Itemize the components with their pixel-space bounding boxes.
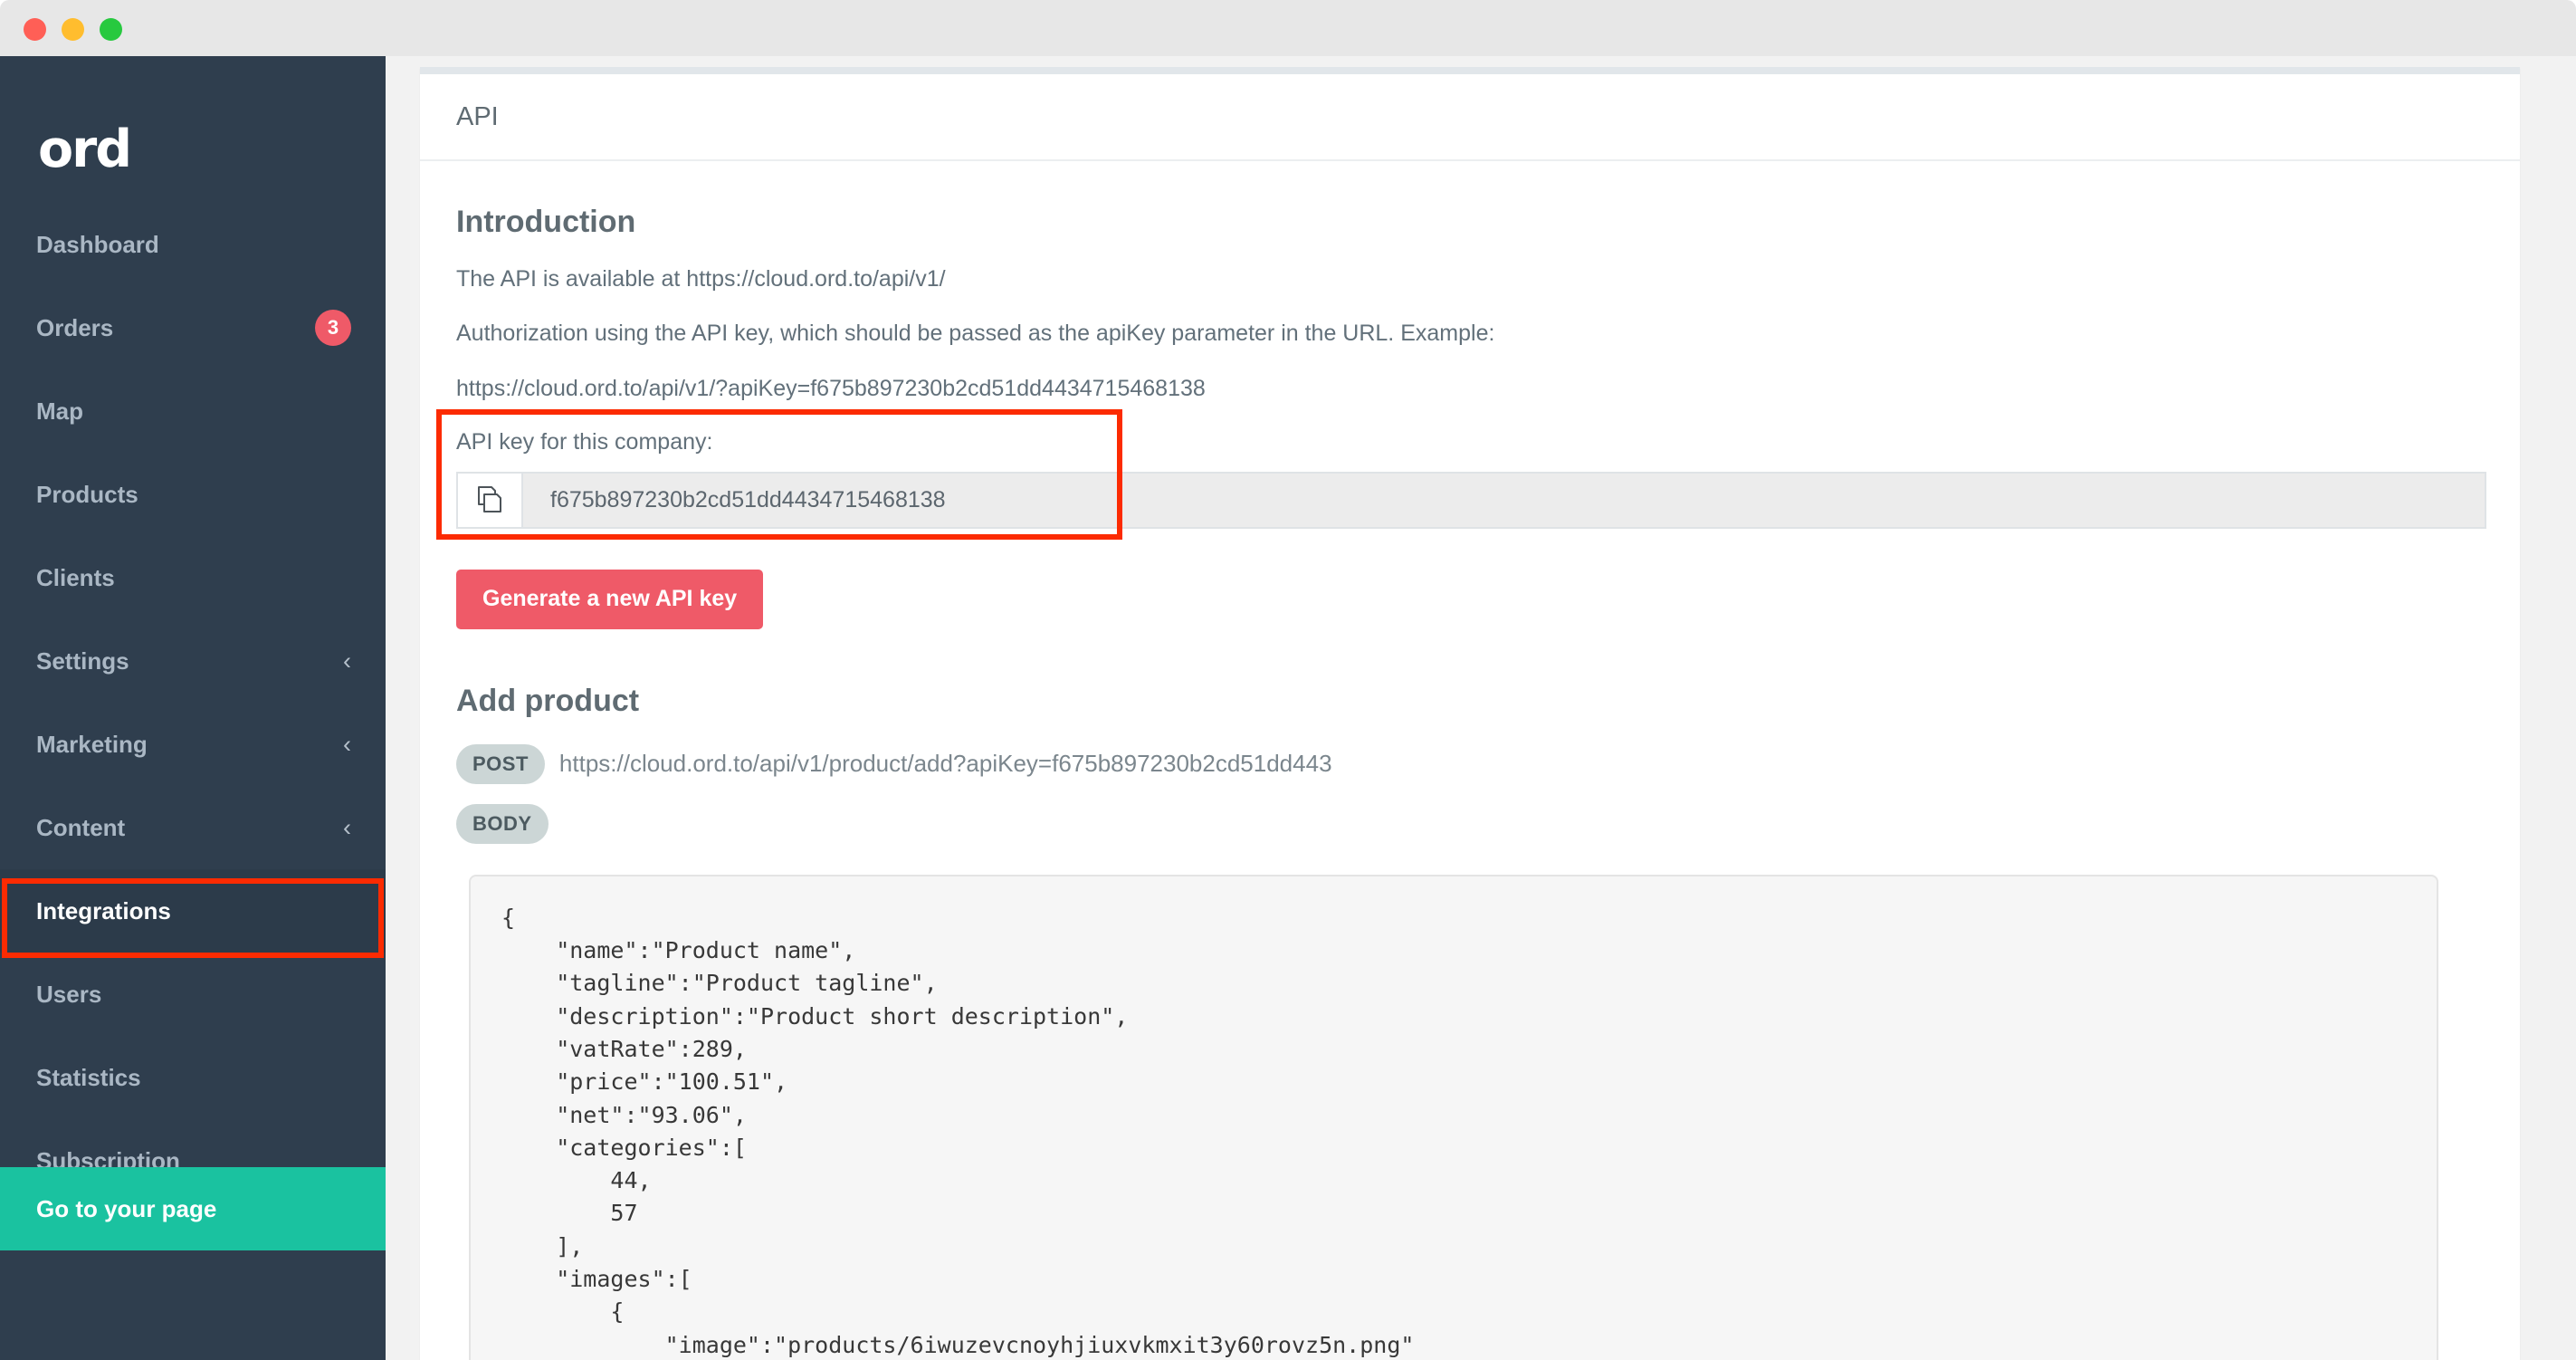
sidebar-item-label: Statistics [36, 1063, 141, 1091]
introduction-line-3: https://cloud.ord.to/api/v1/?apiKey=f675… [456, 375, 1206, 401]
sidebar-item-label: Marketing [36, 730, 148, 758]
http-method-badge: POST [456, 743, 545, 784]
go-to-your-page-button[interactable]: Go to your page [0, 1167, 386, 1250]
sidebar-item-orders[interactable]: Orders 3 [0, 286, 386, 369]
sidebar-item-marketing[interactable]: Marketing ‹ [0, 703, 386, 786]
sidebar-item-label: Clients [36, 563, 115, 591]
endpoint-url: https://cloud.ord.to/api/v1/product/add?… [558, 750, 1332, 778]
sidebar-item-users[interactable]: Users [0, 953, 386, 1036]
sidebar-item-map[interactable]: Map [0, 369, 386, 453]
sidebar-item-label: Map [36, 397, 83, 425]
sidebar-item-settings[interactable]: Settings ‹ [0, 619, 386, 703]
api-key-input-group: f675b897230b2cd51dd4434715468138 [456, 471, 2486, 529]
sidebar-nav-list: Dashboard Orders 3 Map Products Clients … [0, 203, 386, 1202]
go-to-your-page-label: Go to your page [36, 1194, 217, 1222]
chevron-left-icon: ‹ [343, 813, 351, 841]
sidebar-item-clients[interactable]: Clients [0, 536, 386, 619]
introduction-line-2: Authorization using the API key, which s… [456, 321, 1495, 347]
sidebar: ord Dashboard Orders 3 Map Products Clie… [0, 56, 386, 1360]
add-product-heading: Add product [456, 683, 640, 718]
page-shell: ord Dashboard Orders 3 Map Products Clie… [0, 56, 2576, 1360]
sidebar-item-dashboard[interactable]: Dashboard [0, 203, 386, 286]
card-header: API [420, 74, 2520, 161]
generate-new-api-key-button[interactable]: Generate a new API key [456, 569, 764, 629]
chevron-left-icon: ‹ [343, 646, 351, 675]
sidebar-item-label: Content [36, 813, 126, 841]
request-body-code-block: { "name":"Product name", "tagline":"Prod… [469, 874, 2438, 1360]
orders-count-badge: 3 [315, 310, 351, 346]
traffic-lights [24, 18, 122, 41]
sidebar-item-label: Dashboard [36, 230, 159, 258]
page-title: API [456, 101, 499, 131]
window-title-bar [0, 0, 2576, 56]
window-minimize-button[interactable] [62, 18, 84, 41]
card-top-strip [420, 67, 2520, 74]
request-body-row: BODY [456, 803, 2484, 844]
window-zoom-button[interactable] [100, 18, 122, 41]
window-close-button[interactable] [24, 18, 46, 41]
introduction-heading: Introduction [456, 205, 636, 239]
api-key-value[interactable]: f675b897230b2cd51dd4434715468138 [521, 471, 2486, 529]
main-content-area: API Introduction The API is available at… [386, 56, 2576, 1360]
card-body: Introduction The API is available at htt… [420, 161, 2520, 1360]
sidebar-item-integrations[interactable]: Integrations [0, 869, 386, 953]
add-product-endpoint-row: POST https://cloud.ord.to/api/v1/product… [456, 743, 2484, 784]
sidebar-item-label: Integrations [36, 896, 171, 924]
body-badge: BODY [456, 803, 549, 844]
brand-logo[interactable]: ord [38, 124, 138, 176]
sidebar-item-content[interactable]: Content ‹ [0, 786, 386, 869]
sidebar-item-products[interactable]: Products [0, 453, 386, 536]
chevron-left-icon: ‹ [343, 730, 351, 758]
sidebar-item-label: Products [36, 480, 138, 508]
add-product-section: Add product POST https://cloud.ord.to/ap… [456, 684, 2484, 1360]
copy-icon[interactable] [456, 471, 521, 529]
api-key-block: API key for this company: f675b897230b2c… [436, 408, 2486, 540]
sidebar-item-label: Settings [36, 646, 129, 675]
api-key-label: API key for this company: [456, 428, 713, 455]
introduction-line-1: The API is available at https://cloud.or… [456, 266, 946, 292]
sidebar-item-label: Users [36, 980, 102, 1008]
sidebar-item-label: Orders [36, 313, 114, 341]
sidebar-item-statistics[interactable]: Statistics [0, 1036, 386, 1119]
content-card: API Introduction The API is available at… [420, 67, 2520, 1360]
